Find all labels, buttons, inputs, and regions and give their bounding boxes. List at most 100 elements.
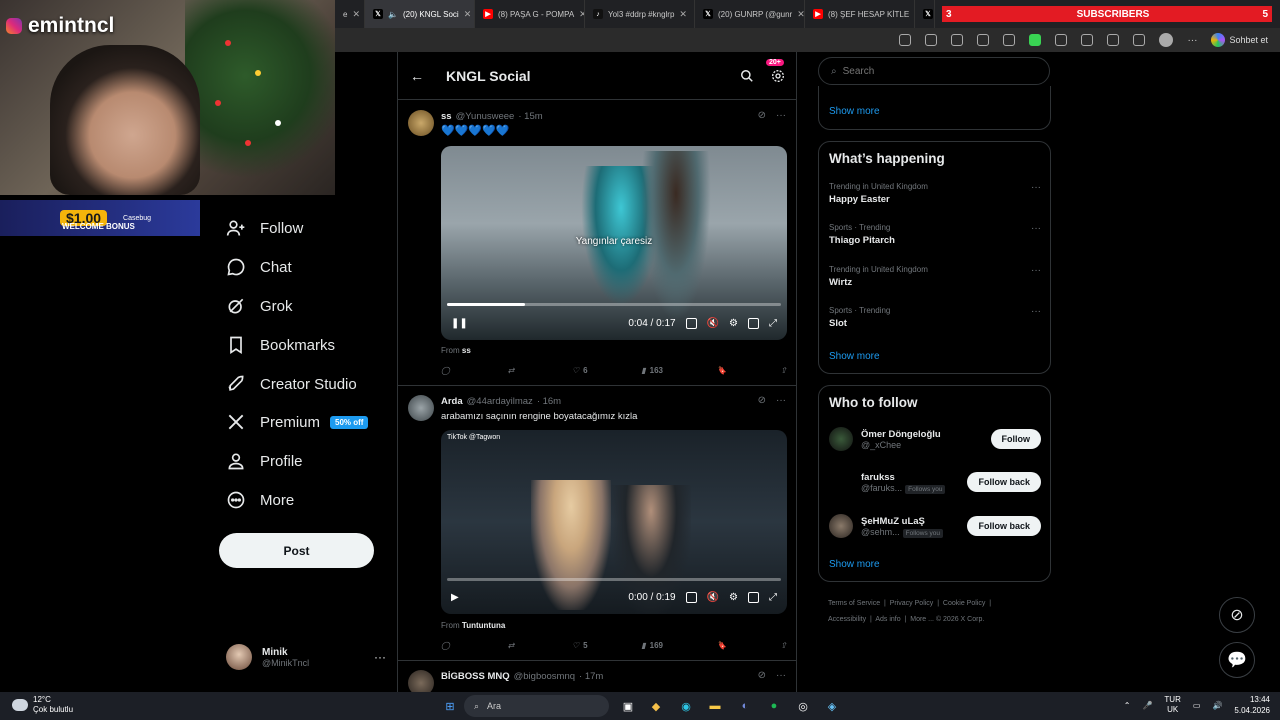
avatar[interactable] [408,110,434,136]
tweet-author[interactable]: Arda [441,396,463,407]
nav-premium[interactable]: Premium 50% off [226,408,369,436]
volume-icon[interactable]: 🔊 [1212,701,1222,710]
profile-avatar[interactable] [1159,33,1174,47]
browser-tab[interactable]: e ✕ [335,0,365,28]
pip-icon[interactable] [748,317,759,329]
network-icon[interactable]: ▭ [1193,701,1201,710]
grok-icon[interactable]: ⊘ [758,670,766,681]
views-button[interactable]: ▮ 169 [641,641,663,650]
video-player[interactable]: Yangınlar çaresiz ❚❚ 0:04 / 0:17 🔇 ⚙ ⤢ [441,146,787,340]
share-button[interactable]: ⇧ [780,641,787,650]
browser-tab[interactable]: 𝕏 (20) GUNRP (@gunr ✕ [695,0,805,28]
nav-chat[interactable]: Chat [226,253,292,281]
steam-icon[interactable]: ◈ [822,696,842,716]
puzzle-icon[interactable] [1081,34,1094,46]
speaker-icon[interactable]: 🔈 [388,10,398,19]
settings-icon[interactable]: ⚙ [729,592,738,603]
search-bar[interactable]: ⌕ [818,57,1050,85]
show-more-link[interactable]: Show more [829,559,880,570]
spotify-icon[interactable]: ● [764,696,784,716]
pip-icon[interactable] [748,591,759,603]
captions-icon[interactable] [685,317,697,329]
tweet[interactable]: BİGBOSS MNQ @bigboosmnq · 17m ⊘ ··· [398,662,796,692]
follow-suggestion[interactable]: ŞeHMuZ uLaŞ @sehm... Follows you Follow b… [829,508,1041,544]
more-icon[interactable]: ··· [1187,35,1197,46]
follow-suggestion[interactable]: farukss @faruks... Follows you Follow bac… [829,464,1041,500]
avatar[interactable] [408,395,434,421]
favorite-star-icon[interactable] [977,34,990,46]
trend-item[interactable]: Trending in United Kingdom Wirtz ··· [829,265,1041,288]
grok-icon[interactable]: ⊘ [758,395,766,406]
avatar[interactable] [408,670,434,692]
footer-link[interactable]: Terms of Service [828,600,880,607]
extension-icon[interactable] [1003,34,1016,46]
back-arrow-icon[interactable]: ← [410,68,424,84]
footer-link[interactable]: Ads info [875,616,900,623]
nav-bookmarks[interactable]: Bookmarks [226,331,335,359]
close-icon[interactable]: ✕ [679,9,687,20]
footer-link[interactable]: Cookie Policy [943,600,985,607]
browser-tab[interactable]: 𝕏 [915,0,935,28]
tweet-handle[interactable]: @bigboosmnq [514,671,575,682]
more-icon[interactable]: ··· [776,110,786,121]
tweet[interactable]: ss @Yunusweee · 15m ⊘ ··· 💙💙💙💙💙 Yangınla… [398,102,796,386]
edge-icon[interactable]: ◉ [676,696,696,716]
follow-button[interactable]: Follow [990,429,1041,449]
trend-item[interactable]: Trending in United Kingdom Happy Easter … [829,182,1041,205]
tweet-handle[interactable]: @Yunusweee [456,111,515,122]
file-explorer-icon[interactable]: ▬ [705,696,725,716]
microphone-icon[interactable]: 🎤 [1142,701,1152,710]
show-more-link[interactable]: Show more [829,351,880,362]
fullscreen-icon[interactable]: ⤢ [769,318,777,329]
favorites-icon[interactable] [1107,34,1120,46]
search-input[interactable] [842,65,1023,77]
close-icon[interactable]: ✕ [464,9,472,20]
tweet-author[interactable]: BİGBOSS MNQ [441,671,510,682]
tweet-author[interactable]: ss [441,111,452,122]
close-icon[interactable]: ✕ [352,9,360,20]
copilot-app-icon[interactable]: ◆ [646,696,666,716]
weather-widget[interactable]: 12°C Çok bulutlu [12,695,73,715]
more-icon[interactable]: ··· [1031,182,1041,193]
show-more-link[interactable]: Show more [829,106,880,117]
mute-icon[interactable]: 🔇 [707,318,719,329]
follow-suggestion[interactable]: Ömer Döngeloğlu @_xChee Follow [829,421,1041,457]
pause-icon[interactable]: ❚❚ [451,318,468,329]
chevron-up-icon[interactable]: ⌃ [1124,701,1131,710]
reply-button[interactable]: ◯ [441,366,454,375]
reply-button[interactable]: ◯ [441,641,454,650]
tweet-time[interactable]: · 16m [537,396,561,407]
follow-back-button[interactable]: Follow back [967,516,1041,536]
more-icon[interactable]: ··· [1031,223,1041,234]
copilot-chat-button[interactable]: Sohbet et [1211,33,1268,47]
grok-fab[interactable]: ⊘ [1219,597,1255,633]
bookmark-button[interactable]: 🔖 [717,641,727,650]
nav-follow[interactable]: Follow [226,214,303,242]
collections-icon[interactable] [1133,34,1146,46]
messages-fab[interactable]: 💬 [1219,642,1255,678]
more-icon[interactable]: ··· [1031,265,1041,276]
settings-icon[interactable]: ⚙ [729,318,738,329]
mute-icon[interactable]: 🔇 [707,592,719,603]
post-button[interactable]: Post [219,533,374,568]
tweet[interactable]: Arda @44ardayilmaz · 16m ⊘ ··· arabamızı… [398,387,796,661]
more-icon[interactable]: ··· [374,650,386,664]
battery-icon[interactable] [1029,34,1042,46]
search-icon[interactable] [740,69,754,83]
more-icon[interactable]: ··· [1031,306,1041,317]
like-button[interactable]: ♡ 6 [572,366,588,375]
views-button[interactable]: ▮ 163 [641,366,663,375]
obs-icon[interactable]: ◎ [793,696,813,716]
avatar[interactable] [829,427,853,451]
browser-tab[interactable]: ♪ Yol3 #ddrp #knglrp ✕ [585,0,695,28]
browser-tab[interactable]: ▶ (8) PAŞA G - POMPA✕ [475,0,585,28]
discord-icon[interactable]: ◐ [735,696,755,716]
more-icon[interactable]: ··· [776,670,786,681]
apps-icon[interactable] [899,34,912,46]
like-button[interactable]: ♡ 5 [572,641,588,650]
windows-start-icon[interactable]: ⊞ [440,696,460,716]
avatar[interactable] [829,470,853,494]
read-aloud-icon[interactable] [951,34,964,46]
nav-profile[interactable]: Profile [226,447,303,475]
nav-more[interactable]: More [226,486,294,514]
